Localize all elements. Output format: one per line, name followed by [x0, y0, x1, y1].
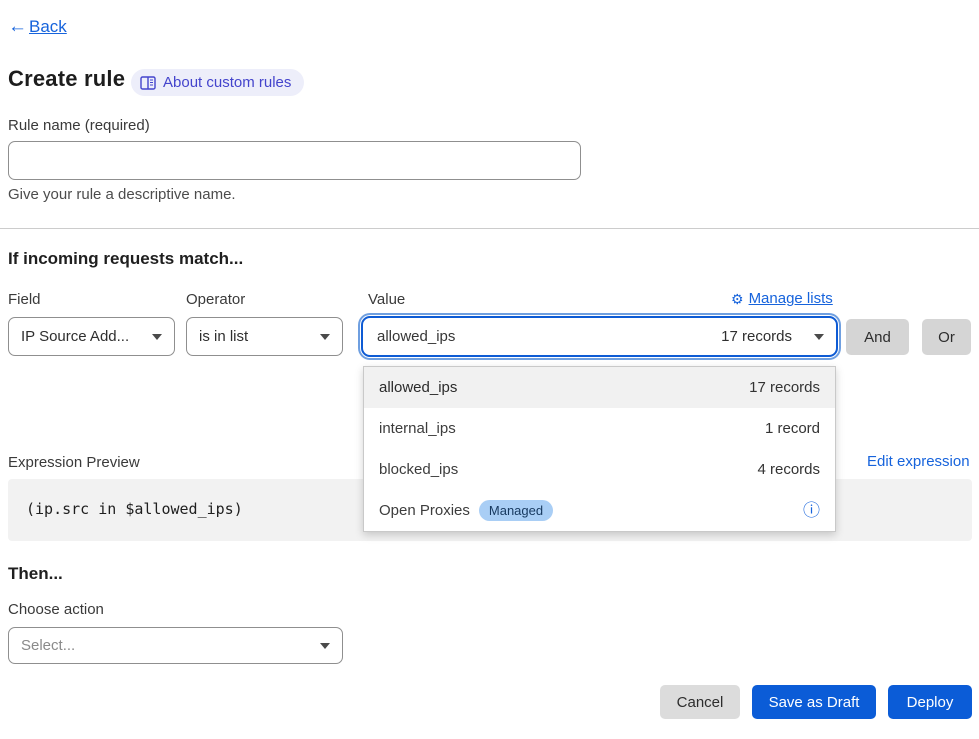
- choose-action-label: Choose action: [8, 601, 104, 618]
- back-link[interactable]: ← Back: [8, 16, 67, 38]
- manage-lists-link[interactable]: ⚙ Manage lists: [731, 290, 833, 307]
- page-title: Create rule: [8, 66, 125, 92]
- edit-expression-link[interactable]: Edit expression: [867, 453, 970, 470]
- chevron-down-icon: [152, 334, 162, 340]
- field-select[interactable]: IP Source Add...: [8, 317, 175, 356]
- list-item-open-proxies[interactable]: Open Proxies Managed ⓘ: [364, 490, 835, 531]
- expression-preview-label: Expression Preview: [8, 454, 140, 471]
- back-arrow-icon: ←: [8, 16, 27, 38]
- operator-select-value: is in list: [199, 328, 248, 345]
- chevron-down-icon: [814, 334, 824, 340]
- action-select-placeholder: Select...: [21, 637, 75, 654]
- chevron-down-icon: [320, 334, 330, 340]
- value-dropdown-panel: allowed_ips 17 records internal_ips 1 re…: [363, 366, 836, 532]
- rule-name-label: Rule name (required): [8, 117, 150, 134]
- value-select[interactable]: allowed_ips 17 records: [361, 316, 838, 357]
- value-select-records: 17 records: [721, 328, 792, 345]
- deploy-button[interactable]: Deploy: [888, 685, 972, 719]
- section-divider: [0, 228, 979, 229]
- list-item-allowed-ips[interactable]: allowed_ips 17 records: [364, 367, 835, 408]
- operator-label: Operator: [186, 291, 245, 308]
- list-item-name: internal_ips: [379, 420, 456, 437]
- about-pill-label: About custom rules: [163, 74, 291, 91]
- list-item-name: allowed_ips: [379, 379, 457, 396]
- cancel-button[interactable]: Cancel: [660, 685, 740, 719]
- value-select-selected: allowed_ips: [377, 328, 455, 345]
- field-select-value: IP Source Add...: [21, 328, 129, 345]
- rule-name-helper: Give your rule a descriptive name.: [8, 186, 236, 203]
- list-item-records: 17 records: [749, 379, 820, 396]
- rule-name-input[interactable]: [8, 141, 581, 180]
- and-button[interactable]: And: [846, 319, 909, 355]
- managed-badge: Managed: [479, 500, 553, 521]
- value-label: Value: [368, 291, 405, 308]
- info-icon[interactable]: ⓘ: [803, 502, 820, 519]
- chevron-down-icon: [320, 643, 330, 649]
- list-item-name: blocked_ips: [379, 461, 458, 478]
- field-label: Field: [8, 291, 41, 308]
- list-item-records: 1 record: [765, 420, 820, 437]
- manage-lists-label: Manage lists: [749, 290, 833, 307]
- about-custom-rules-link[interactable]: About custom rules: [131, 69, 304, 96]
- then-section-heading: Then...: [8, 564, 63, 584]
- list-item-blocked-ips[interactable]: blocked_ips 4 records: [364, 449, 835, 490]
- list-item-name: Open Proxies: [379, 502, 470, 519]
- list-item-internal-ips[interactable]: internal_ips 1 record: [364, 408, 835, 449]
- action-select[interactable]: Select...: [8, 627, 343, 664]
- operator-select[interactable]: is in list: [186, 317, 343, 356]
- book-icon: [140, 76, 156, 90]
- match-section-heading: If incoming requests match...: [8, 249, 243, 269]
- list-item-records: 4 records: [757, 461, 820, 478]
- or-button[interactable]: Or: [922, 319, 971, 355]
- create-rule-page: ← Back Create rule About custom rules Ru…: [0, 0, 979, 739]
- save-as-draft-button[interactable]: Save as Draft: [752, 685, 876, 719]
- back-label: Back: [29, 17, 67, 37]
- gear-icon: ⚙: [731, 292, 744, 306]
